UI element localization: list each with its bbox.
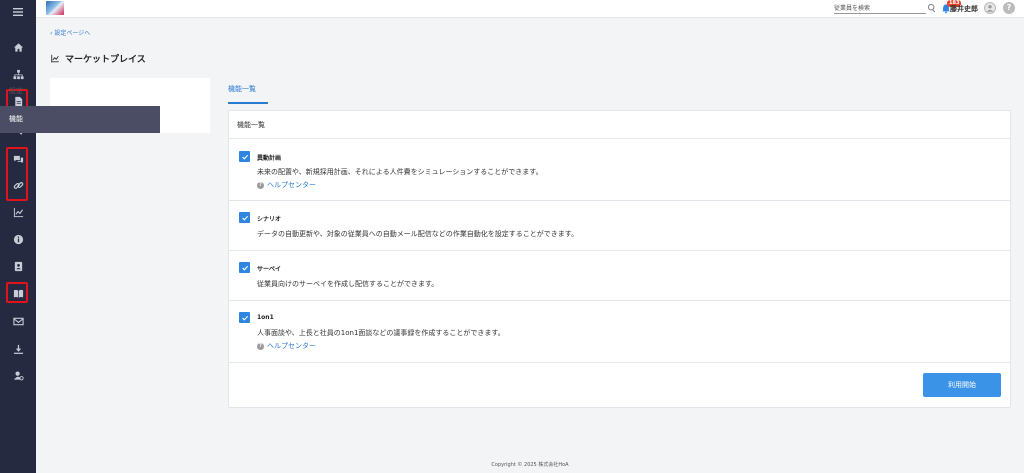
check-icon — [241, 215, 248, 221]
analytics-icon[interactable] — [8, 203, 28, 221]
feature-name: 異動計画 — [257, 155, 282, 162]
check-icon — [241, 315, 248, 321]
menu-item-features[interactable]: 機能 — [0, 106, 160, 133]
feature-item: 異動計画 未来の配置や、新規採用計画、それによる人件費をシミュレーションすること… — [229, 139, 1010, 201]
mail-icon[interactable] — [8, 312, 28, 330]
user-name[interactable]: 藤井史郎 — [950, 4, 978, 14]
feature-name: サーベイ — [257, 266, 282, 273]
page-title: マーケットプレイス — [50, 52, 146, 65]
question-icon: ? — [257, 342, 264, 350]
help-center-link[interactable]: ? ヘルプセンター — [257, 341, 316, 351]
menu-item-label: 設定 — [9, 87, 23, 95]
tab-feature-list[interactable]: 機能一覧 — [228, 84, 268, 104]
feature-description: 未来の配置や、新規採用計画、それによる人件費をシミュレーションすることができます… — [257, 168, 543, 176]
back-link[interactable]: ‹ 設定ページへ — [50, 28, 90, 37]
page-title-text: マーケットプレイス — [65, 55, 146, 65]
analytics-icon — [51, 54, 59, 63]
top-bar: 183 藤井史郎 ? — [36, 0, 1024, 18]
feature-description: データの自動更新や、対象の従業員への自動メール配信などの作業自動化を設定すること… — [257, 230, 579, 238]
user-settings-icon[interactable] — [8, 366, 28, 384]
avatar[interactable] — [984, 2, 996, 14]
check-icon — [241, 265, 248, 271]
menu-item-settings[interactable]: 設定 — [0, 78, 160, 105]
start-using-button[interactable]: 利用開始 — [923, 373, 1001, 397]
link-icon[interactable] — [8, 176, 28, 194]
contact-book-icon[interactable] — [8, 257, 28, 275]
company-logo[interactable] — [46, 1, 64, 15]
download-icon[interactable] — [8, 340, 28, 358]
employee-search-input[interactable] — [834, 3, 922, 14]
menu-item-label: 機能 — [9, 115, 23, 123]
help-center-label: ヘルプセンター — [267, 342, 316, 350]
footer-copyright: Copyright © 2025 株式会社HoA — [491, 462, 569, 468]
home-icon[interactable] — [8, 38, 28, 56]
feature-checkbox[interactable] — [239, 262, 250, 273]
sidebar — [0, 0, 36, 473]
help-center-label: ヘルプセンター — [267, 181, 316, 189]
feature-checkbox[interactable] — [239, 151, 250, 162]
info-icon[interactable] — [8, 230, 28, 248]
feature-name: 1on1 — [257, 314, 274, 321]
feature-checkbox[interactable] — [239, 312, 250, 323]
menu-icon[interactable] — [8, 3, 28, 21]
employee-search — [834, 3, 926, 14]
tab-label: 機能一覧 — [228, 85, 256, 93]
help-icon[interactable]: ? — [1003, 2, 1015, 14]
search-icon[interactable] — [927, 3, 937, 13]
feature-item: 1on1 人事面談や、上長と社員の1on1面談などの議事録を作成することができま… — [229, 301, 1010, 363]
card-header: 機能一覧 — [229, 111, 1010, 139]
back-link-label: 設定ページへ — [54, 30, 91, 37]
feature-item: シナリオ データの自動更新や、対象の従業員への自動メール配信などの作業自動化を設… — [229, 201, 1010, 251]
question-icon: ? — [257, 181, 264, 189]
help-center-link[interactable]: ? ヘルプセンター — [257, 180, 316, 190]
feature-name: シナリオ — [257, 216, 282, 223]
book-icon[interactable] — [8, 284, 28, 302]
feature-list-card: 機能一覧 異動計画 未来の配置や、新規採用計画、それによる人件費をシミュレーショ… — [228, 110, 1011, 408]
feature-description: 従業員向けのサーベイを作成し配信することができます。 — [257, 280, 439, 288]
feature-checkbox[interactable] — [239, 212, 250, 223]
chat-icon[interactable] — [8, 150, 28, 168]
check-icon — [241, 154, 248, 160]
feature-description: 人事面談や、上長と社員の1on1面談などの議事録を作成することができます。 — [257, 329, 505, 337]
feature-item: サーベイ 従業員向けのサーベイを作成し配信することができます。 — [229, 251, 1010, 301]
card-header-title: 機能一覧 — [237, 121, 265, 129]
